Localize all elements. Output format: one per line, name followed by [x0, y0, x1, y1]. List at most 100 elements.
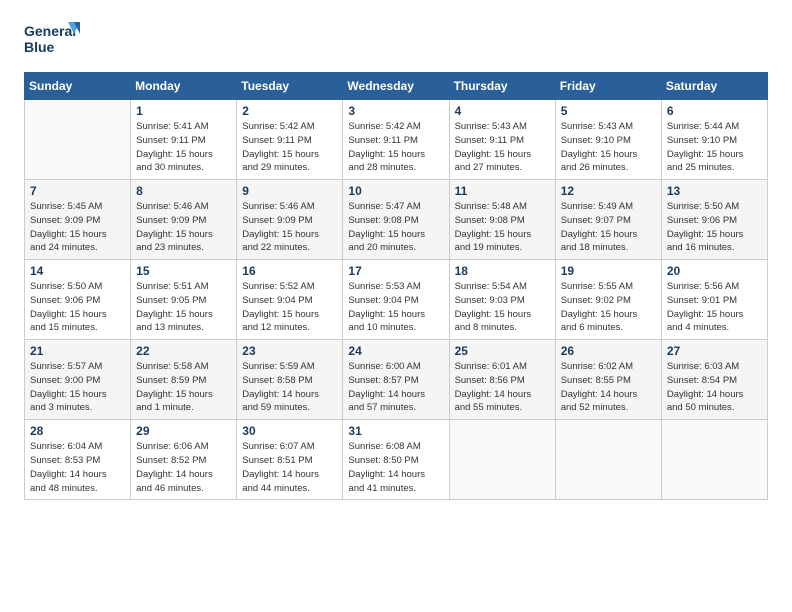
calendar-cell: 23 Sunrise: 5:59 AM Sunset: 8:58 PM Dayli…: [237, 340, 343, 420]
day-number: 13: [667, 184, 762, 198]
day-number: 1: [136, 104, 231, 118]
calendar-cell: 21 Sunrise: 5:57 AM Sunset: 9:00 PM Dayli…: [25, 340, 131, 420]
day-number: 28: [30, 424, 125, 438]
calendar-cell: 6 Sunrise: 5:44 AM Sunset: 9:10 PM Daylig…: [661, 100, 767, 180]
calendar-cell: 18 Sunrise: 5:54 AM Sunset: 9:03 PM Dayli…: [449, 260, 555, 340]
day-info: Sunrise: 5:42 AM Sunset: 9:11 PM Dayligh…: [242, 120, 337, 175]
calendar-header: SundayMondayTuesdayWednesdayThursdayFrid…: [25, 73, 768, 100]
day-number: 16: [242, 264, 337, 278]
calendar-cell: 5 Sunrise: 5:43 AM Sunset: 9:10 PM Daylig…: [555, 100, 661, 180]
day-info: Sunrise: 5:42 AM Sunset: 9:11 PM Dayligh…: [348, 120, 443, 175]
calendar-week-row: 14 Sunrise: 5:50 AM Sunset: 9:06 PM Dayli…: [25, 260, 768, 340]
day-info: Sunrise: 6:00 AM Sunset: 8:57 PM Dayligh…: [348, 360, 443, 415]
calendar-week-row: 21 Sunrise: 5:57 AM Sunset: 9:00 PM Dayli…: [25, 340, 768, 420]
calendar-cell: 19Sunrise: 5:55 AM Sunset: 9:02 PM Dayli…: [555, 260, 661, 340]
weekday-header: Wednesday: [343, 73, 449, 100]
day-number: 25: [455, 344, 550, 358]
day-info: Sunrise: 5:51 AM Sunset: 9:05 PM Dayligh…: [136, 280, 231, 335]
calendar-week-row: 7Sunrise: 5:45 AM Sunset: 9:09 PM Daylig…: [25, 180, 768, 260]
weekday-row: SundayMondayTuesdayWednesdayThursdayFrid…: [25, 73, 768, 100]
day-info: Sunrise: 6:02 AM Sunset: 8:55 PM Dayligh…: [561, 360, 656, 415]
day-info: Sunrise: 5:56 AM Sunset: 9:01 PM Dayligh…: [667, 280, 762, 335]
day-number: 18: [455, 264, 550, 278]
day-number: 26: [561, 344, 656, 358]
day-info: Sunrise: 5:57 AM Sunset: 9:00 PM Dayligh…: [30, 360, 125, 415]
weekday-header: Saturday: [661, 73, 767, 100]
day-info: Sunrise: 5:49 AM Sunset: 9:07 PM Dayligh…: [561, 200, 656, 255]
calendar-cell: 29Sunrise: 6:06 AM Sunset: 8:52 PM Dayli…: [131, 420, 237, 500]
calendar-cell: 3 Sunrise: 5:42 AM Sunset: 9:11 PM Daylig…: [343, 100, 449, 180]
day-number: 3: [348, 104, 443, 118]
day-number: 6: [667, 104, 762, 118]
day-info: Sunrise: 6:01 AM Sunset: 8:56 PM Dayligh…: [455, 360, 550, 415]
day-number: 14: [30, 264, 125, 278]
weekday-header: Friday: [555, 73, 661, 100]
day-info: Sunrise: 6:06 AM Sunset: 8:52 PM Dayligh…: [136, 440, 231, 495]
calendar-cell: 15 Sunrise: 5:51 AM Sunset: 9:05 PM Dayli…: [131, 260, 237, 340]
calendar-cell: [661, 420, 767, 500]
calendar-cell: 4 Sunrise: 5:43 AM Sunset: 9:11 PM Daylig…: [449, 100, 555, 180]
calendar-week-row: 28 Sunrise: 6:04 AM Sunset: 8:53 PM Dayli…: [25, 420, 768, 500]
day-info: Sunrise: 5:46 AM Sunset: 9:09 PM Dayligh…: [242, 200, 337, 255]
day-info: Sunrise: 5:58 AM Sunset: 8:59 PM Dayligh…: [136, 360, 231, 415]
day-info: Sunrise: 5:54 AM Sunset: 9:03 PM Dayligh…: [455, 280, 550, 335]
calendar-cell: [449, 420, 555, 500]
day-info: Sunrise: 5:43 AM Sunset: 9:11 PM Dayligh…: [455, 120, 550, 175]
day-info: Sunrise: 6:08 AM Sunset: 8:50 PM Dayligh…: [348, 440, 443, 495]
day-info: Sunrise: 5:46 AM Sunset: 9:09 PM Dayligh…: [136, 200, 231, 255]
calendar-cell: [555, 420, 661, 500]
day-number: 2: [242, 104, 337, 118]
svg-text:General: General: [24, 23, 76, 39]
day-info: Sunrise: 5:50 AM Sunset: 9:06 PM Dayligh…: [30, 280, 125, 335]
logo: GeneralBlue: [24, 20, 84, 62]
day-number: 23: [242, 344, 337, 358]
calendar-cell: 11Sunrise: 5:48 AM Sunset: 9:08 PM Dayli…: [449, 180, 555, 260]
calendar-cell: 10 Sunrise: 5:47 AM Sunset: 9:08 PM Dayli…: [343, 180, 449, 260]
day-info: Sunrise: 6:07 AM Sunset: 8:51 PM Dayligh…: [242, 440, 337, 495]
calendar-table: SundayMondayTuesdayWednesdayThursdayFrid…: [24, 72, 768, 500]
day-number: 10: [348, 184, 443, 198]
calendar-cell: 13 Sunrise: 5:50 AM Sunset: 9:06 PM Dayli…: [661, 180, 767, 260]
calendar-cell: 26 Sunrise: 6:02 AM Sunset: 8:55 PM Dayli…: [555, 340, 661, 420]
calendar-cell: 30 Sunrise: 6:07 AM Sunset: 8:51 PM Dayli…: [237, 420, 343, 500]
calendar-cell: 12 Sunrise: 5:49 AM Sunset: 9:07 PM Dayli…: [555, 180, 661, 260]
day-number: 24: [348, 344, 443, 358]
day-info: Sunrise: 6:03 AM Sunset: 8:54 PM Dayligh…: [667, 360, 762, 415]
weekday-header: Tuesday: [237, 73, 343, 100]
calendar-cell: 27 Sunrise: 6:03 AM Sunset: 8:54 PM Dayli…: [661, 340, 767, 420]
day-number: 21: [30, 344, 125, 358]
logo-icon: GeneralBlue: [24, 20, 84, 62]
day-info: Sunrise: 5:55 AM Sunset: 9:02 PM Dayligh…: [561, 280, 656, 335]
day-number: 27: [667, 344, 762, 358]
day-number: 31: [348, 424, 443, 438]
calendar-cell: [25, 100, 131, 180]
calendar-cell: 28 Sunrise: 6:04 AM Sunset: 8:53 PM Dayli…: [25, 420, 131, 500]
day-number: 8: [136, 184, 231, 198]
calendar-cell: 8 Sunrise: 5:46 AM Sunset: 9:09 PM Daylig…: [131, 180, 237, 260]
day-info: Sunrise: 6:04 AM Sunset: 8:53 PM Dayligh…: [30, 440, 125, 495]
day-number: 17: [348, 264, 443, 278]
weekday-header: Monday: [131, 73, 237, 100]
day-info: Sunrise: 5:43 AM Sunset: 9:10 PM Dayligh…: [561, 120, 656, 175]
calendar-cell: 16 Sunrise: 5:52 AM Sunset: 9:04 PM Dayli…: [237, 260, 343, 340]
day-number: 4: [455, 104, 550, 118]
calendar-cell: 31 Sunrise: 6:08 AM Sunset: 8:50 PM Dayli…: [343, 420, 449, 500]
header: GeneralBlue: [24, 20, 768, 62]
calendar-cell: 14 Sunrise: 5:50 AM Sunset: 9:06 PM Dayli…: [25, 260, 131, 340]
day-number: 15: [136, 264, 231, 278]
calendar-week-row: 1Sunrise: 5:41 AM Sunset: 9:11 PM Daylig…: [25, 100, 768, 180]
day-info: Sunrise: 5:59 AM Sunset: 8:58 PM Dayligh…: [242, 360, 337, 415]
day-info: Sunrise: 5:52 AM Sunset: 9:04 PM Dayligh…: [242, 280, 337, 335]
day-info: Sunrise: 5:50 AM Sunset: 9:06 PM Dayligh…: [667, 200, 762, 255]
day-info: Sunrise: 5:47 AM Sunset: 9:08 PM Dayligh…: [348, 200, 443, 255]
day-number: 5: [561, 104, 656, 118]
calendar-cell: 17Sunrise: 5:53 AM Sunset: 9:04 PM Dayli…: [343, 260, 449, 340]
day-info: Sunrise: 5:44 AM Sunset: 9:10 PM Dayligh…: [667, 120, 762, 175]
day-number: 12: [561, 184, 656, 198]
day-info: Sunrise: 5:45 AM Sunset: 9:09 PM Dayligh…: [30, 200, 125, 255]
day-number: 22: [136, 344, 231, 358]
weekday-header: Sunday: [25, 73, 131, 100]
calendar-body: 1Sunrise: 5:41 AM Sunset: 9:11 PM Daylig…: [25, 100, 768, 500]
calendar-cell: 20Sunrise: 5:56 AM Sunset: 9:01 PM Dayli…: [661, 260, 767, 340]
day-number: 30: [242, 424, 337, 438]
